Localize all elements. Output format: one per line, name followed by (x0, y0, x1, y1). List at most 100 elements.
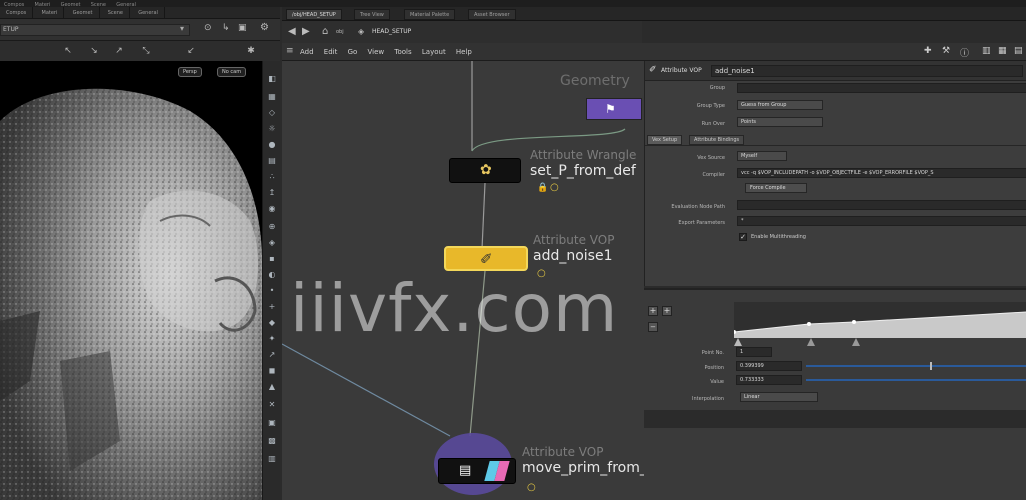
back-icon[interactable]: ◀ (288, 26, 296, 37)
triangle-icon[interactable]: ▲ (266, 381, 278, 393)
viewer-tab[interactable]: Geomet (67, 7, 100, 18)
menu-layout[interactable]: Layout (418, 43, 450, 61)
network-path[interactable]: HEAD_SETUP (372, 28, 411, 35)
move-prim-node[interactable]: ▤ (438, 458, 516, 484)
dot-icon[interactable]: • (266, 285, 278, 297)
value-field[interactable]: 0.733333 (736, 375, 802, 385)
tab-material-palette[interactable]: Material Palette (404, 9, 456, 20)
multithreading-checkbox[interactable]: ✓ (739, 233, 747, 241)
viewer-tab[interactable]: Scene (102, 7, 130, 18)
node-name-label[interactable]: move_prim_from_particles1 (522, 460, 644, 476)
viewer-path-field[interactable]: ETUP (0, 24, 190, 36)
handle-icon[interactable]: ⊕ (266, 221, 278, 233)
link-icon[interactable]: ↳ (222, 23, 230, 33)
cube-icon[interactable]: ◼ (266, 365, 278, 377)
display-icon[interactable]: ◧ (266, 73, 278, 85)
menu-icon[interactable]: ≡ (286, 46, 294, 56)
menu-view[interactable]: View (364, 43, 389, 61)
diamond-icon[interactable]: ◆ (266, 317, 278, 329)
normals-icon[interactable]: ↥ (266, 187, 278, 199)
eval-node-path-field[interactable] (737, 200, 1026, 210)
menu-go[interactable]: Go (344, 43, 362, 61)
visualize-icon[interactable]: ◈ (266, 237, 278, 249)
tab-network[interactable]: /obj/HEAD_SETUP (286, 9, 342, 20)
interpolation-menu[interactable]: Linear (740, 392, 818, 402)
menu-edit[interactable]: Edit (320, 43, 342, 61)
tool-icon[interactable]: ✚ (924, 46, 932, 56)
chevron-down-icon[interactable]: ▾ (180, 24, 184, 33)
compiler-field[interactable]: vcc -q $VOP_INCLUDEPATH -o $VOP_OBJECTFI… (737, 168, 1026, 178)
ramp-handles[interactable] (734, 338, 1026, 350)
plus-icon[interactable]: + (266, 301, 278, 313)
handle-icon[interactable]: ↙ (185, 45, 197, 57)
position-slider[interactable] (806, 365, 1026, 367)
star-icon[interactable]: ✦ (266, 333, 278, 345)
settings-icon[interactable]: ▤ (1014, 46, 1023, 56)
add-point-icon[interactable]: + (648, 306, 658, 316)
rotate-icon[interactable]: ↗ (113, 45, 125, 57)
tab-attribute-bindings[interactable]: Attribute Bindings (689, 135, 745, 145)
grid-icon[interactable]: ▦ (998, 46, 1007, 56)
position-field[interactable]: 0.399399 (736, 361, 802, 371)
home-icon[interactable]: ⌂ (322, 26, 328, 37)
force-compile-button[interactable]: Force Compile (745, 183, 807, 193)
shade-icon[interactable]: ◐ (266, 269, 278, 281)
flag-icon[interactable]: ○ (550, 182, 559, 193)
run-over-menu[interactable]: Points (737, 117, 823, 127)
points-icon[interactable]: ∴ (266, 171, 278, 183)
light-icon[interactable]: ☼ (266, 123, 278, 135)
forward-icon[interactable]: ▶ (302, 26, 310, 37)
wrench-icon[interactable]: ⚒ (942, 46, 950, 56)
menu-tools[interactable]: Tools (390, 43, 415, 61)
camera-icon[interactable]: ▣ (266, 417, 278, 429)
background-icon[interactable]: ▪ (266, 253, 278, 265)
camera-menu-button[interactable]: No cam (217, 67, 247, 77)
flag-icon[interactable]: ○ (527, 482, 536, 493)
persp-menu-button[interactable]: Persp (178, 67, 202, 77)
settings-icon[interactable]: ⚙ (260, 22, 269, 33)
value-slider[interactable] (806, 379, 1026, 381)
viewer-tab[interactable]: Compos (0, 7, 34, 18)
pin-icon[interactable]: ⊙ (204, 23, 212, 33)
path-prefix[interactable]: obj (336, 29, 344, 35)
node-name-field[interactable]: add_noise1 (711, 65, 1023, 77)
geometry-node[interactable]: ⚑ (586, 98, 642, 120)
menu-help[interactable]: Help (452, 43, 476, 61)
ghost-icon[interactable]: ◇ (266, 107, 278, 119)
lock-icon[interactable]: 🔒 (537, 183, 548, 193)
viewer-tab[interactable]: Materi (36, 7, 65, 18)
scale-icon[interactable]: ⤡ (140, 45, 152, 57)
add-icon[interactable]: + (662, 306, 672, 316)
tab-asset-browser[interactable]: Asset Browser (468, 9, 516, 20)
remove-point-icon[interactable]: − (648, 322, 658, 332)
grid-icon[interactable]: ▤ (266, 155, 278, 167)
point-no-field[interactable]: 1 (736, 347, 772, 357)
info-icon[interactable]: ⓘ (960, 46, 969, 59)
node-name-label[interactable]: set_P_from_def (530, 163, 636, 179)
tab-vex-setup[interactable]: Vex Setup (647, 135, 683, 145)
tab-tree-view[interactable]: Tree View (354, 9, 390, 20)
snap-icon[interactable]: ✱ (245, 45, 257, 57)
vex-source-menu[interactable]: Myself (737, 151, 787, 161)
ramp-curve[interactable] (734, 302, 1026, 338)
lock-icon[interactable]: ▣ (238, 23, 247, 33)
layout-icon[interactable]: ▥ (982, 46, 991, 56)
group-type-menu[interactable]: Guess from Group (737, 100, 823, 110)
network-canvas-extension[interactable] (644, 428, 1026, 500)
attribute-vop-node[interactable]: ✐ (444, 246, 528, 271)
select-icon[interactable]: ↖ (62, 45, 74, 57)
layout-icon[interactable]: ▥ (266, 453, 278, 465)
export-params-field[interactable]: * (737, 216, 1026, 226)
sphere-icon[interactable]: ● (266, 139, 278, 151)
arrow-icon[interactable]: ↗ (266, 349, 278, 361)
cross-icon[interactable]: ✕ (266, 399, 278, 411)
attribute-wrangle-node[interactable]: ✿ (449, 158, 521, 183)
viewer-tab[interactable]: General (132, 7, 165, 18)
position-slider-handle[interactable] (930, 362, 932, 370)
group-field[interactable] (737, 83, 1026, 93)
transform-icon[interactable]: ↘ (88, 45, 100, 57)
viewport[interactable]: Persp No cam (0, 61, 262, 500)
menu-add[interactable]: Add (296, 43, 318, 61)
render-icon[interactable]: ▩ (266, 435, 278, 447)
wireframe-icon[interactable]: ▦ (266, 91, 278, 103)
